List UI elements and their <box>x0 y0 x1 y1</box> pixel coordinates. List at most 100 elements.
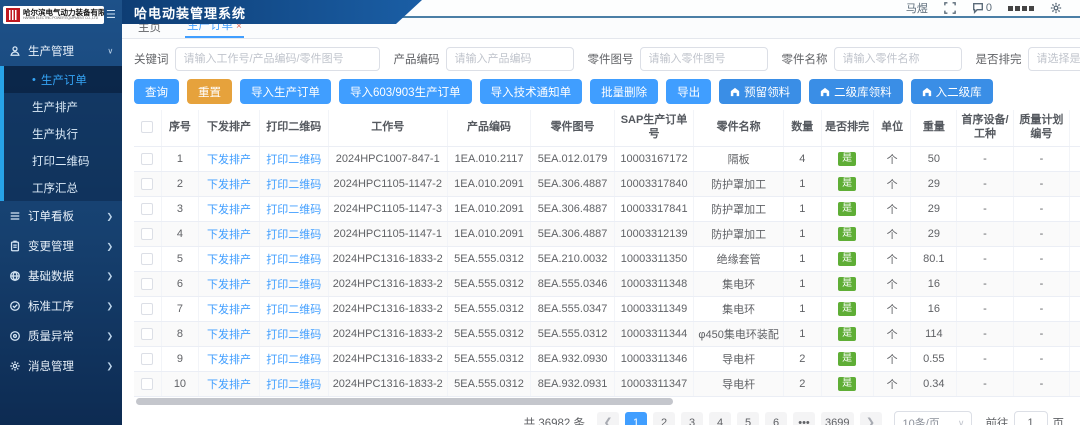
sidebar-item-4[interactable]: 标准工序❯ <box>0 291 122 321</box>
submenu-item-生产执行[interactable]: 生产执行 <box>4 120 122 147</box>
row-checkbox[interactable] <box>141 153 153 165</box>
toolbar-button-批量删除[interactable]: 批量删除 <box>590 79 658 104</box>
row-checkbox[interactable] <box>141 378 153 390</box>
print-qrcode-link[interactable]: 打印二维码 <box>259 346 328 371</box>
apps-grid-icon[interactable] <box>1008 6 1034 11</box>
quality-plan-no: - <box>1013 171 1069 196</box>
part-drawing-no: 8EA.932.0930 <box>531 346 615 371</box>
toolbar-button-预留领料[interactable]: 预留领料 <box>719 79 801 104</box>
weight: 16 <box>911 271 957 296</box>
sap-order-no: 10003311347 <box>614 371 693 396</box>
toolbar-button-二级库领料[interactable]: 二级库领料 <box>809 79 903 104</box>
dispatch-link[interactable]: 下发排产 <box>199 196 260 221</box>
row-checkbox[interactable] <box>141 178 153 190</box>
page-button-6[interactable]: 6 <box>765 412 787 425</box>
sidebar-item-3[interactable]: 基础数据❯ <box>0 261 122 291</box>
message-icon[interactable]: 0 <box>972 2 992 14</box>
print-qrcode-link[interactable]: 打印二维码 <box>259 246 328 271</box>
goto-page-input[interactable] <box>1014 411 1048 425</box>
row-checkbox[interactable] <box>141 328 153 340</box>
row-checkbox[interactable] <box>141 353 153 365</box>
sidebar-item-0[interactable]: 生产管理∨ <box>0 36 122 66</box>
dispatch-link[interactable]: 下发排产 <box>199 321 260 346</box>
row-checkbox[interactable] <box>141 203 153 215</box>
fullscreen-icon[interactable] <box>944 2 956 14</box>
sidebar-item-label: 基础数据 <box>28 268 106 284</box>
row-checkbox[interactable] <box>141 253 153 265</box>
toolbar-button-导入生产订单[interactable]: 导入生产订单 <box>240 79 331 104</box>
toolbar-button-导入技术通知单[interactable]: 导入技术通知单 <box>480 79 583 104</box>
filter-input-产品编码[interactable] <box>446 47 574 71</box>
print-qrcode-link[interactable]: 打印二维码 <box>259 321 328 346</box>
first-equipment: - <box>957 171 1013 196</box>
dispatch-link[interactable]: 下发排产 <box>199 271 260 296</box>
goto-suffix: 页 <box>1053 415 1065 425</box>
more-pages-button[interactable]: ••• <box>793 412 815 425</box>
sidebar-collapse-icon[interactable]: ☰ <box>106 10 120 21</box>
print-qrcode-link[interactable]: 打印二维码 <box>259 221 328 246</box>
sidebar-item-6[interactable]: 消息管理❯ <box>0 351 122 381</box>
page-button-5[interactable]: 5 <box>737 412 759 425</box>
print-qrcode-link[interactable]: 打印二维码 <box>259 371 328 396</box>
dispatch-link[interactable]: 下发排产 <box>199 296 260 321</box>
sidebar-item-1[interactable]: 订单看板❯ <box>0 201 122 231</box>
sn-no: - <box>1070 196 1080 221</box>
print-qrcode-link[interactable]: 打印二维码 <box>259 146 328 171</box>
toolbar-button-导出[interactable]: 导出 <box>666 79 711 104</box>
print-qrcode-link[interactable]: 打印二维码 <box>259 296 328 321</box>
row-index: 1 <box>161 146 199 171</box>
work-no: 2024HPC1105-1147-3 <box>328 196 447 221</box>
print-qrcode-link[interactable]: 打印二维码 <box>259 171 328 196</box>
toolbar-button-查询[interactable]: 查询 <box>134 79 179 104</box>
sap-order-no: 10003312139 <box>614 221 693 246</box>
toolbar-button-导入603/903生产订单[interactable]: 导入603/903生产订单 <box>339 79 472 104</box>
prev-page-button[interactable]: ❮ <box>597 412 619 425</box>
row-checkbox[interactable] <box>141 278 153 290</box>
work-no: 2024HPC1105-1147-1 <box>328 221 447 246</box>
print-qrcode-link[interactable]: 打印二维码 <box>259 196 328 221</box>
submenu-item-工序汇总[interactable]: 工序汇总 <box>4 174 122 201</box>
table-row: 4下发排产打印二维码2024HPC1105-1147-11EA.010.2091… <box>134 221 1080 246</box>
submenu-item-生产订单[interactable]: 生产订单 <box>4 66 122 93</box>
filter-input-零件图号[interactable] <box>640 47 768 71</box>
dispatch-link[interactable]: 下发排产 <box>199 371 260 396</box>
globe-icon <box>8 269 22 283</box>
filter-select-是否排完[interactable]: ∨ <box>1028 47 1080 71</box>
unit: 个 <box>873 196 911 221</box>
quality-plan-no: - <box>1013 196 1069 221</box>
filter-input-关键词[interactable] <box>175 47 380 71</box>
page-button-3699[interactable]: 3699 <box>821 412 853 425</box>
toolbar-button-入二级库[interactable]: 入二级库 <box>911 79 993 104</box>
sidebar-item-2[interactable]: 变更管理❯ <box>0 231 122 261</box>
page-button-4[interactable]: 4 <box>709 412 731 425</box>
dispatch-link[interactable]: 下发排产 <box>199 346 260 371</box>
toolbar-button-重置[interactable]: 重置 <box>187 79 232 104</box>
page-button-1[interactable]: 1 <box>625 412 647 425</box>
sidebar-item-5[interactable]: 质量异常❯ <box>0 321 122 351</box>
sidebar-item-label: 消息管理 <box>28 358 106 374</box>
page-size-select[interactable]: 10条/页∨ <box>894 411 972 425</box>
dispatch-link[interactable]: 下发排产 <box>199 221 260 246</box>
filter-3: 零件名称 <box>782 47 962 71</box>
row-checkbox[interactable] <box>141 303 153 315</box>
page-button-2[interactable]: 2 <box>653 412 675 425</box>
sidebar-item-label: 生产管理 <box>28 43 107 59</box>
board-icon <box>8 209 22 223</box>
dispatch-link[interactable]: 下发排产 <box>199 146 260 171</box>
dispatch-link[interactable]: 下发排产 <box>199 246 260 271</box>
settings-gear-icon[interactable] <box>1050 2 1062 14</box>
select-all-checkbox[interactable] <box>141 121 153 133</box>
next-page-button[interactable]: ❯ <box>860 412 882 425</box>
dispatch-link[interactable]: 下发排产 <box>199 171 260 196</box>
select-input[interactable] <box>1028 47 1080 71</box>
quantity: 2 <box>783 346 821 371</box>
submenu-item-生产排产[interactable]: 生产排产 <box>4 93 122 120</box>
print-qrcode-link[interactable]: 打印二维码 <box>259 271 328 296</box>
scrollbar-thumb[interactable] <box>136 398 673 405</box>
filter-input-零件名称[interactable] <box>834 47 962 71</box>
row-checkbox[interactable] <box>141 228 153 240</box>
horizontal-scrollbar[interactable] <box>134 397 1080 406</box>
page-button-3[interactable]: 3 <box>681 412 703 425</box>
submenu-item-打印二维码[interactable]: 打印二维码 <box>4 147 122 174</box>
user-name[interactable]: 马煜 <box>906 0 928 16</box>
